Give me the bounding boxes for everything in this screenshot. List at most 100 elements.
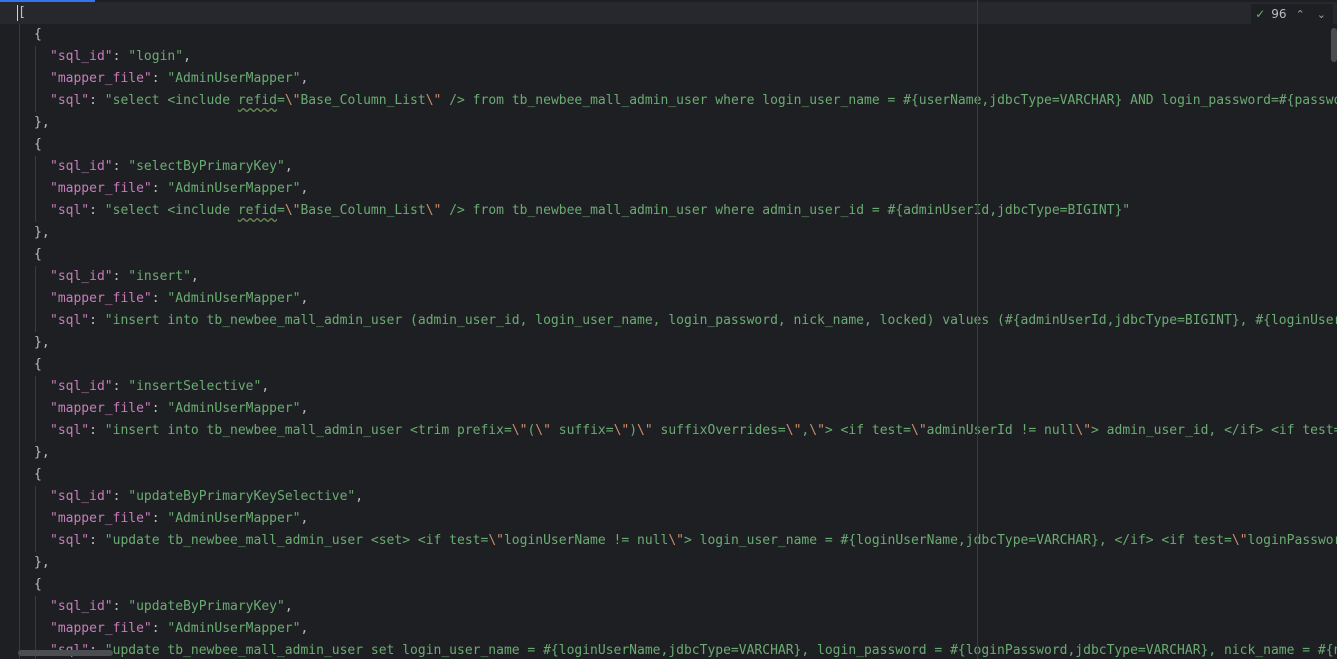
code-token: : [89, 533, 105, 548]
code-line[interactable]: "sql_id": "selectByPrimaryKey", [0, 156, 1337, 178]
indent-guide [19, 310, 20, 332]
code-token: "sql" [50, 203, 90, 218]
code-line[interactable]: }, [0, 552, 1337, 574]
code-token: , [355, 489, 364, 504]
indent-guide [19, 508, 20, 530]
indent-guide [19, 112, 20, 134]
code-token: refid [237, 203, 277, 218]
indent-guide [19, 244, 20, 266]
code-token: \" [668, 533, 684, 548]
code-token: "insertSelective" [128, 379, 262, 394]
code-token: "updateByPrimaryKey" [128, 599, 285, 614]
chevron-down-icon[interactable]: ⌄ [1314, 8, 1329, 21]
code-token: "sql_id" [50, 489, 113, 504]
code-token: { [34, 467, 42, 482]
code-token: "updateByPrimaryKeySelective" [128, 489, 356, 504]
code-token: > <if test= [824, 423, 911, 438]
chevron-up-icon[interactable]: ⌃ [1293, 8, 1308, 21]
code-line[interactable]: }, [0, 332, 1337, 354]
code-token: "mapper_file" [50, 71, 152, 86]
indent-guide [19, 420, 20, 442]
code-line[interactable]: "sql_id": "insert", [0, 266, 1337, 288]
code-token: \" [425, 203, 442, 218]
code-token: , [261, 379, 270, 394]
code-line[interactable]: "sql": "update tb_newbee_mall_admin_user… [0, 530, 1337, 552]
code-token: [ [18, 5, 26, 20]
indent-guide [19, 574, 20, 596]
code-area[interactable]: [{"sql_id": "login", "mapper_file": "Admi… [0, 2, 1337, 659]
code-token: \" [425, 93, 442, 108]
code-line[interactable]: { [0, 244, 1337, 266]
code-line[interactable]: "mapper_file": "AdminUserMapper", [0, 178, 1337, 200]
code-line[interactable]: "mapper_file": "AdminUserMapper", [0, 288, 1337, 310]
code-line[interactable]: { [0, 354, 1337, 376]
code-line[interactable]: [ [0, 2, 1337, 24]
code-token: /> from tb_newbee_mall_admin_user where … [441, 203, 1131, 218]
indent-guide [35, 376, 36, 398]
code-line[interactable]: "sql_id": "insertSelective", [0, 376, 1337, 398]
code-token: "AdminUserMapper" [167, 291, 301, 306]
indent-guide [19, 596, 20, 618]
code-line[interactable]: "mapper_file": "AdminUserMapper", [0, 68, 1337, 90]
code-token: , [300, 181, 309, 196]
code-token: }, [34, 115, 50, 130]
code-line[interactable]: "sql": "select <include refid=\"Base_Col… [0, 90, 1337, 112]
code-token: suffix= [550, 423, 614, 438]
inspection-widget[interactable]: ✓ 96 ⌃ ⌄ [1251, 4, 1333, 24]
code-line[interactable]: "mapper_file": "AdminUserMapper", [0, 508, 1337, 530]
code-token: : [151, 181, 168, 196]
indent-guide [19, 288, 20, 310]
code-token: "update tb_newbee_mall_admin_user <set> … [104, 533, 489, 548]
code-line[interactable]: { [0, 464, 1337, 486]
code-editor[interactable]: [{"sql_id": "login", "mapper_file": "Admi… [0, 0, 1337, 659]
code-line[interactable]: "sql": "update tb_newbee_mall_admin_user… [0, 640, 1337, 659]
indent-guide [35, 486, 36, 508]
code-line[interactable]: "sql_id": "login", [0, 46, 1337, 68]
indent-guide [35, 266, 36, 288]
code-token: > admin_user_id, </if> <if test= [1091, 423, 1337, 438]
inspection-count: 96 [1271, 7, 1287, 21]
code-token: : [112, 269, 129, 284]
code-token: "select <include [104, 93, 238, 108]
code-token: "sql" [50, 313, 90, 328]
code-token: , [300, 511, 309, 526]
vertical-scrollbar[interactable] [1331, 28, 1337, 62]
code-token: "mapper_file" [50, 621, 152, 636]
code-line[interactable]: "mapper_file": "AdminUserMapper", [0, 618, 1337, 640]
code-token: "AdminUserMapper" [167, 401, 301, 416]
horizontal-scrollbar[interactable] [18, 650, 113, 656]
code-line[interactable]: { [0, 134, 1337, 156]
code-token: \" [911, 423, 927, 438]
code-token: "sql" [50, 423, 90, 438]
code-token: \" [637, 423, 653, 438]
code-line[interactable]: { [0, 24, 1337, 46]
code-line[interactable]: }, [0, 112, 1337, 134]
code-token: : [151, 511, 168, 526]
code-token: : [112, 379, 129, 394]
code-token: "mapper_file" [50, 511, 152, 526]
code-line[interactable]: "sql_id": "updateByPrimaryKey", [0, 596, 1337, 618]
code-token: "selectByPrimaryKey" [128, 159, 285, 174]
code-token: : [151, 291, 168, 306]
code-token: : [89, 313, 105, 328]
code-line[interactable]: "sql_id": "updateByPrimaryKeySelective", [0, 486, 1337, 508]
indent-guide [35, 420, 36, 442]
code-token: : [112, 599, 129, 614]
code-line[interactable]: }, [0, 222, 1337, 244]
code-line[interactable]: "mapper_file": "AdminUserMapper", [0, 398, 1337, 420]
code-token: }, [34, 445, 50, 460]
code-token: \" [535, 423, 551, 438]
indent-guide [19, 376, 20, 398]
code-line[interactable]: }, [0, 442, 1337, 464]
code-token: "mapper_file" [50, 291, 152, 306]
code-line[interactable]: "sql": "select <include refid=\"Base_Col… [0, 200, 1337, 222]
code-line[interactable]: "sql": "insert into tb_newbee_mall_admin… [0, 310, 1337, 332]
code-token: "insert" [128, 269, 191, 284]
code-token: }, [34, 225, 50, 240]
code-token: "insert into tb_newbee_mall_admin_user (… [104, 313, 1337, 328]
indent-guide [19, 90, 20, 112]
code-line[interactable]: "sql": "insert into tb_newbee_mall_admin… [0, 420, 1337, 442]
code-token: "login" [128, 49, 184, 64]
code-token: : [89, 93, 105, 108]
code-line[interactable]: { [0, 574, 1337, 596]
